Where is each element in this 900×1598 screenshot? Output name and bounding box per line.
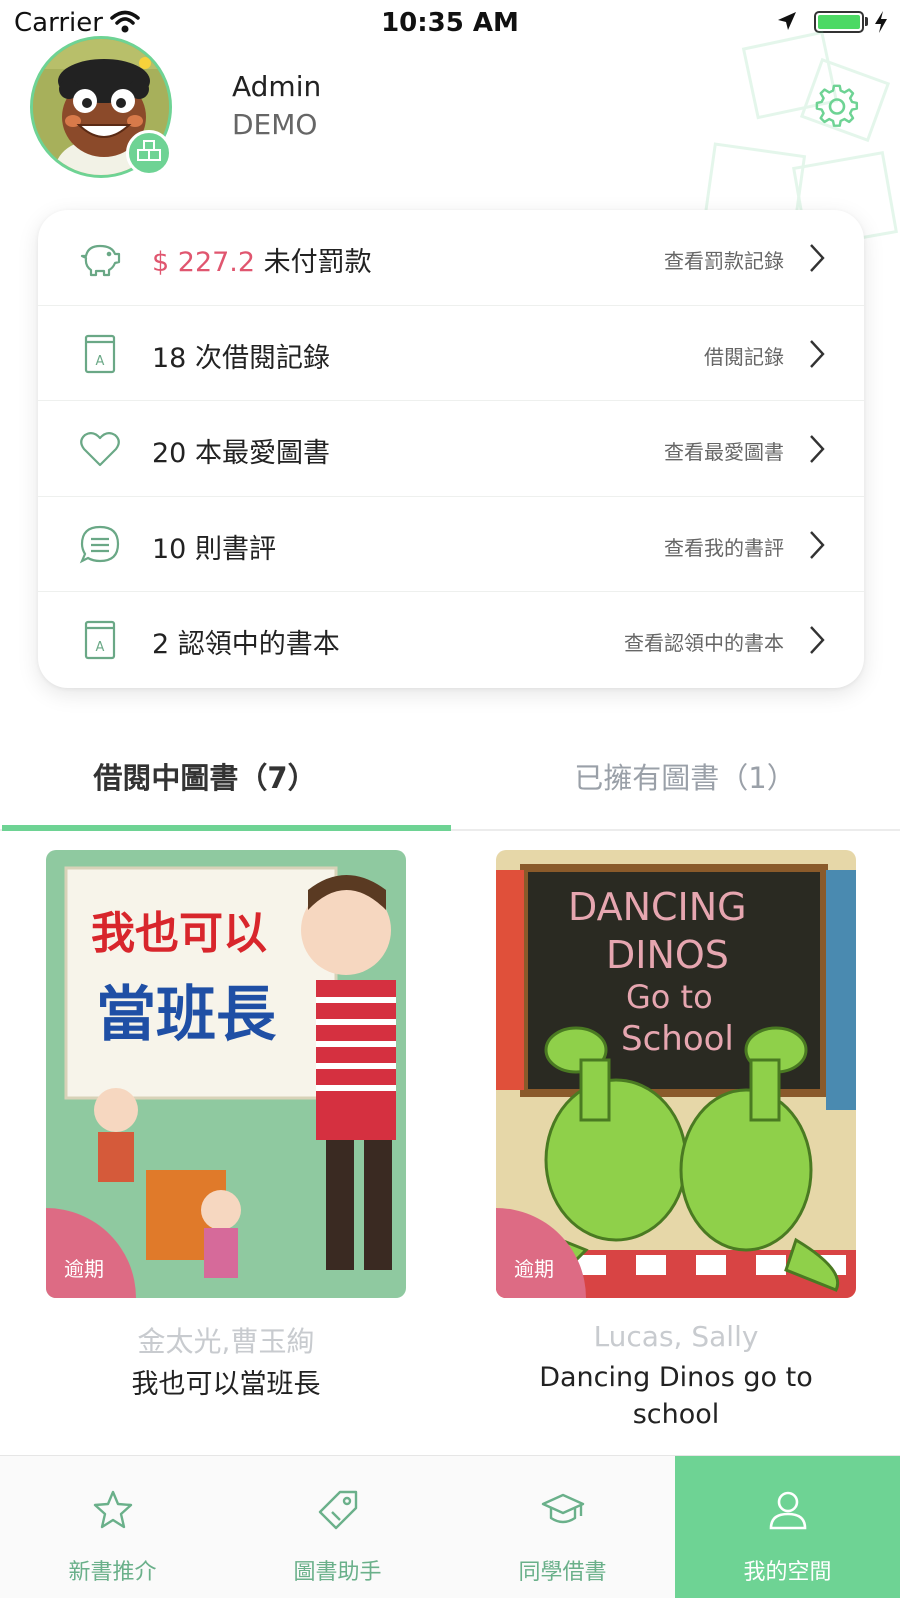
fines-row[interactable]: $ 227.2 未付罰款 查看罰款記錄 xyxy=(38,210,864,306)
favorites-label: 本最愛圖書 xyxy=(186,438,330,470)
reviews-row[interactable]: 10 則書評 查看我的書評 xyxy=(38,497,864,593)
book-tabs: 借閱中圖書（7） 已擁有圖書（1） xyxy=(0,735,900,831)
nav-item-my-space[interactable]: 我的空間 xyxy=(675,1456,900,1598)
nav-label: 新書推介 xyxy=(68,1560,157,1585)
chevron-right-icon xyxy=(810,626,825,655)
book-card[interactable]: DANCING DINOS Go to School 逾期 Lucas, Sal… xyxy=(496,850,856,1433)
chevron-right-icon xyxy=(810,244,825,272)
overdue-label: 逾期 xyxy=(514,1257,554,1281)
bottom-nav: 新書推介 圖書助手 同學借書 我的空間 xyxy=(0,1455,900,1598)
fine-amount: $ 227.2 xyxy=(152,247,256,278)
view-reviews-link[interactable]: 查看我的書評 xyxy=(664,532,784,561)
nav-item-new-books[interactable]: 新書推介 xyxy=(0,1456,225,1598)
chevron-right-icon xyxy=(810,339,825,368)
book-author: Lucas, Sally xyxy=(593,1320,759,1353)
fine-label: 未付罰款 xyxy=(255,247,372,278)
graduation-cap-icon xyxy=(541,1493,585,1524)
book-icon: A xyxy=(84,621,116,660)
tab-indicator xyxy=(2,825,451,831)
book-icon: A xyxy=(84,334,116,373)
cover-line: School xyxy=(621,1019,734,1059)
chevron-right-icon xyxy=(810,435,825,464)
chevron-right-icon xyxy=(810,530,825,559)
book-title[interactable]: Dancing Dinos go to school xyxy=(496,1359,856,1433)
cover-title-main: 我也可以 xyxy=(91,908,267,959)
favorites-row[interactable]: 20 本最愛圖書 查看最愛圖書 xyxy=(38,401,864,497)
heart-icon xyxy=(80,432,120,467)
book-author: 金太光,曹玉絢 xyxy=(137,1325,315,1358)
cover-line: Go to xyxy=(626,978,713,1016)
claimed-label: 認領中的書本 xyxy=(169,629,340,661)
svg-text:A: A xyxy=(96,354,105,369)
user-org: DEMO xyxy=(232,108,318,141)
avatar[interactable] xyxy=(30,36,172,178)
nav-item-classmates[interactable]: 同學借書 xyxy=(450,1456,675,1598)
cover-title-sub: 當班長 xyxy=(96,980,277,1050)
svg-text:A: A xyxy=(96,640,105,655)
book-card[interactable]: 我也可以 當班長 逾期 金太光,曹玉絢 我也可以當班長 xyxy=(46,850,406,1403)
borrow-count: 18 xyxy=(152,342,187,374)
avatar-badge xyxy=(126,130,172,176)
piggy-bank-icon xyxy=(80,244,121,277)
user-name: Admin xyxy=(232,70,322,103)
favorites-count: 20 xyxy=(152,438,187,470)
claimed-count: 2 xyxy=(152,629,170,661)
nav-label: 同學借書 xyxy=(518,1560,607,1585)
tag-icon xyxy=(318,1490,358,1530)
borrow-label: 次借閱記錄 xyxy=(186,342,330,374)
location-arrow-icon xyxy=(778,12,796,30)
star-icon xyxy=(93,1490,133,1529)
settings-gear-icon[interactable] xyxy=(815,84,861,130)
nav-label: 圖書助手 xyxy=(293,1560,382,1585)
book-cover[interactable]: 我也可以 當班長 逾期 xyxy=(46,850,406,1298)
nav-item-library-assistant[interactable]: 圖書助手 xyxy=(225,1456,450,1598)
nav-label: 我的空間 xyxy=(743,1560,832,1585)
view-claimed-link[interactable]: 查看認領中的書本 xyxy=(624,627,784,656)
view-favorites-link[interactable]: 查看最愛圖書 xyxy=(664,436,784,465)
blocks-icon xyxy=(137,140,161,161)
tab-borrowed[interactable]: 借閱中圖書（7） xyxy=(0,755,450,797)
cover-line: DINOS xyxy=(606,933,729,977)
borrow-records-link[interactable]: 借閱記錄 xyxy=(704,341,784,370)
book-cover[interactable]: DANCING DINOS Go to School 逾期 xyxy=(496,850,856,1298)
chat-bubble-icon xyxy=(79,525,120,564)
stats-card: $ 227.2 未付罰款 查看罰款記錄 A 18 次借閱記錄 借閱記錄 20 本… xyxy=(38,210,864,688)
overdue-label: 逾期 xyxy=(64,1257,104,1281)
book-title[interactable]: 我也可以當班長 xyxy=(46,1366,406,1403)
reviews-count: 10 xyxy=(152,533,187,565)
claimed-books-row[interactable]: A 2 認領中的書本 查看認領中的書本 xyxy=(38,592,864,688)
borrow-records-row[interactable]: A 18 次借閱記錄 借閱記錄 xyxy=(38,306,864,402)
reviews-label: 則書評 xyxy=(186,533,276,565)
tab-owned[interactable]: 已擁有圖書（1） xyxy=(450,755,900,797)
cover-line: DANCING xyxy=(568,885,747,929)
view-fines-link[interactable]: 查看罰款記錄 xyxy=(664,245,784,274)
person-icon xyxy=(769,1491,807,1530)
